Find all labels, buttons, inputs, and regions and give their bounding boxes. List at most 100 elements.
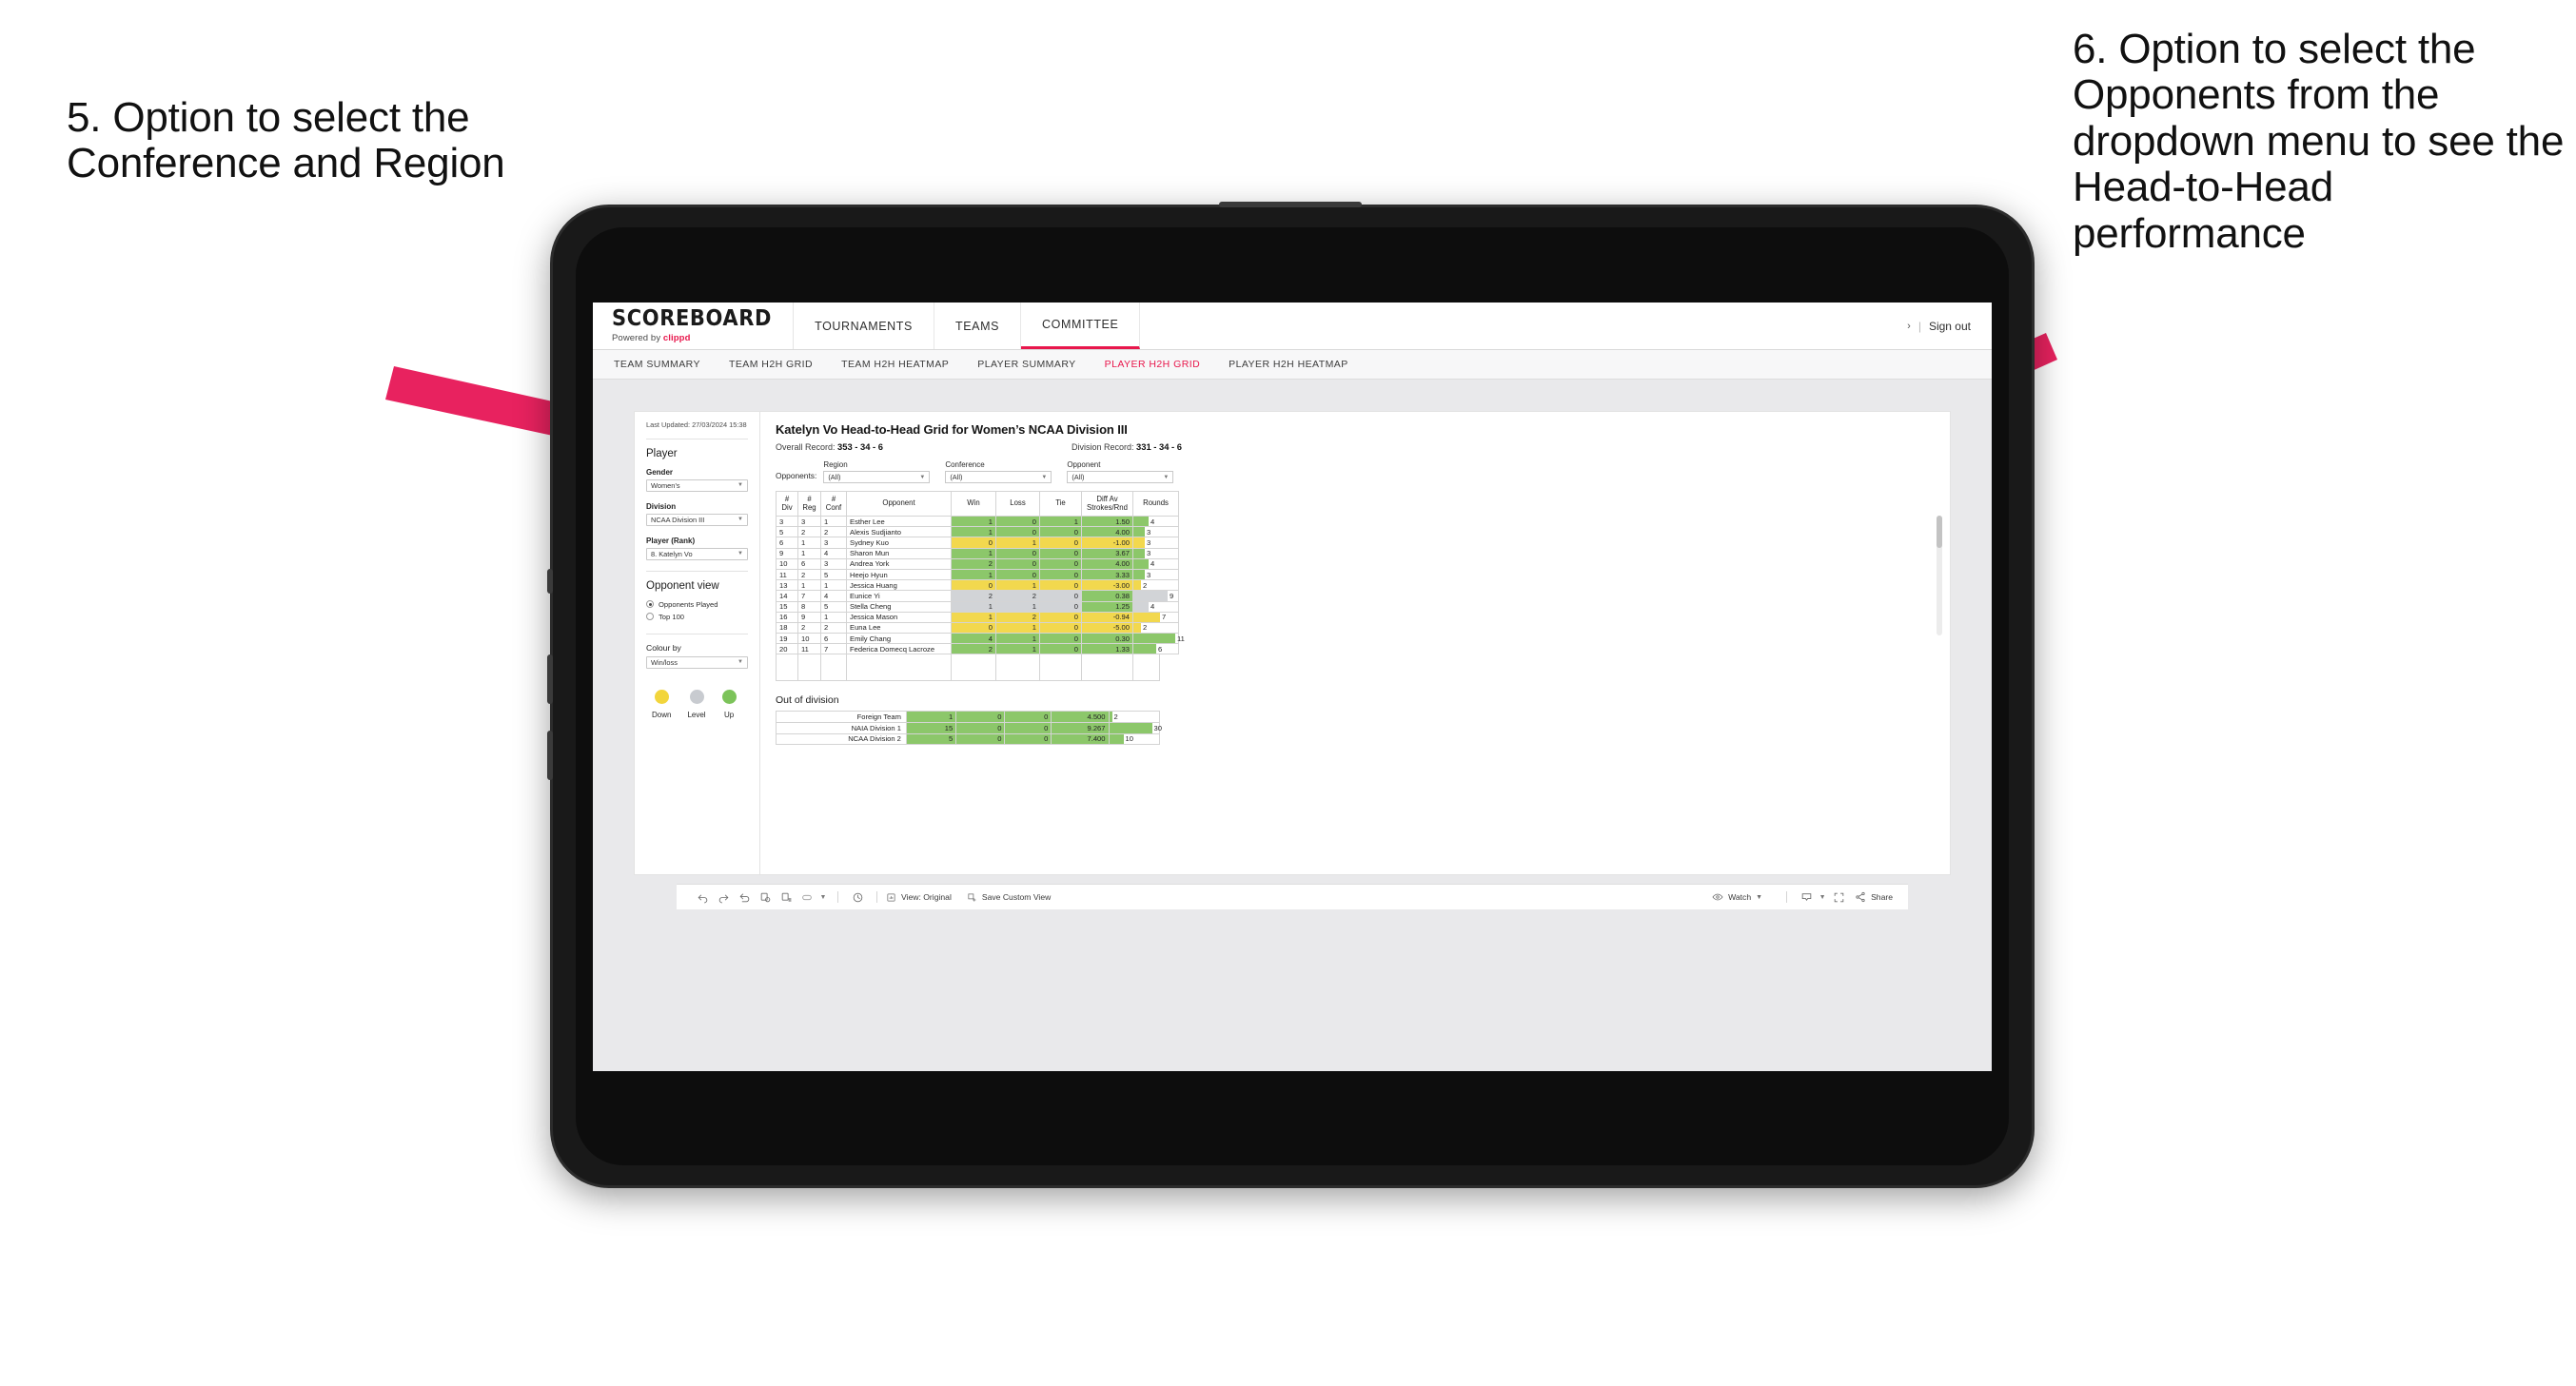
cell-tie: 0 <box>1039 579 1082 592</box>
out-of-division-row[interactable]: NAIA Division 1 15 0 0 9.267 30 <box>776 722 1162 734</box>
cell-conf: 1 <box>820 611 847 623</box>
sign-out-link[interactable]: Sign out <box>1929 320 1971 333</box>
select-division[interactable]: NCAA Division III ▼ <box>646 513 748 526</box>
tab-player-summary[interactable]: PLAYER SUMMARY <box>977 359 1075 370</box>
page-title: Katelyn Vo Head-to-Head Grid for Women’s… <box>776 422 1128 437</box>
brand-logo[interactable]: SCOREBOARD Powered by clippd <box>593 303 795 349</box>
tab-team-h2h-heatmap[interactable]: TEAM H2H HEATMAP <box>841 359 949 370</box>
table-row[interactable]: 20 11 7 Federica Domecq Lacroze 2 1 0 1.33 6 <box>776 643 1179 655</box>
cell-ood-rounds-value: 2 <box>1113 713 1118 722</box>
out-of-division-row[interactable]: Foreign Team 1 0 0 4.500 2 <box>776 711 1161 724</box>
cell-rounds-value: 2 <box>1143 580 1148 590</box>
tab-player-h2h-heatmap[interactable]: PLAYER H2H HEATMAP <box>1229 359 1348 370</box>
save-custom-view-button[interactable]: Save Custom View <box>967 892 1051 903</box>
table-row[interactable]: 3 3 1 Esther Lee 1 0 1 1.50 4 <box>776 515 1179 528</box>
col-diff[interactable]: Diff Av Strokes/Rnd <box>1081 491 1133 517</box>
col-loss[interactable]: Loss <box>995 491 1040 517</box>
undo-icon[interactable] <box>692 887 713 908</box>
cell-opponent: Eunice Yi <box>846 590 952 602</box>
table-row[interactable]: 16 9 1 Jessica Mason 1 2 0 -0.94 7 <box>776 611 1179 623</box>
cell-rounds-value: 2 <box>1143 623 1148 633</box>
sub-nav: TEAM SUMMARY TEAM H2H GRID TEAM H2H HEAT… <box>593 350 1992 380</box>
col-reg[interactable]: # Reg <box>797 491 821 517</box>
table-row[interactable]: 14 7 4 Eunice Yi 2 2 0 0.38 9 <box>776 590 1179 602</box>
powered-by-text: Powered by <box>612 333 663 343</box>
cell-tie: 0 <box>1039 621 1082 634</box>
col-opponent[interactable]: Opponent <box>846 491 952 517</box>
select-division-value: NCAA Division III <box>651 515 705 524</box>
col-div[interactable]: # Div <box>776 491 798 517</box>
select-colour-by[interactable]: Win/loss ▼ <box>646 655 748 669</box>
select-player-rank-value: 8. Katelyn Vo <box>651 549 693 558</box>
cell-reg: 1 <box>797 537 821 549</box>
select-player-rank[interactable]: 8. Katelyn Vo ▼ <box>646 547 748 560</box>
division-record: Division Record: 331 - 34 - 6 <box>1072 441 1182 452</box>
select-gender[interactable]: Women’s ▼ <box>646 478 748 492</box>
col-tie[interactable]: Tie <box>1039 491 1082 517</box>
dashboard: Last Updated: 27/03/2024 15:38 Player Ge… <box>635 412 1950 874</box>
pause-refresh-icon[interactable] <box>776 887 796 908</box>
radio-top-100[interactable]: Top 100 <box>646 613 748 621</box>
col-rounds[interactable]: Rounds <box>1132 491 1179 517</box>
redo-icon[interactable] <box>713 887 734 908</box>
cell-conf: 5 <box>820 568 847 581</box>
watch-button[interactable]: Watch ▼ <box>1712 891 1762 903</box>
cell-reg: 2 <box>797 621 821 634</box>
col-win[interactable]: Win <box>951 491 996 517</box>
nav-item-teams[interactable]: TEAMS <box>934 303 1022 349</box>
out-of-division-row[interactable]: NCAA Division 2 5 0 0 7.400 10 <box>776 732 1161 746</box>
fullscreen-icon[interactable] <box>1828 887 1849 908</box>
cell-loss: 0 <box>995 557 1040 570</box>
cell-rounds: 2 <box>1132 621 1179 634</box>
filter-opponent-select[interactable]: (All) ▼ <box>1067 471 1174 483</box>
download-icon[interactable] <box>1796 887 1817 908</box>
cell-opponent: Esther Lee <box>846 515 952 528</box>
tab-team-summary[interactable]: TEAM SUMMARY <box>614 359 700 370</box>
cell-win: 1 <box>951 611 996 623</box>
cell-div: 18 <box>776 621 798 634</box>
radio-opponents-played[interactable]: Opponents Played <box>646 600 748 609</box>
col-conf[interactable]: # Conf <box>820 491 847 517</box>
filter-conference-select[interactable]: (All) ▼ <box>945 471 1052 483</box>
flow-icon[interactable] <box>796 887 817 908</box>
cell-ood-rounds: 30 <box>1108 722 1162 734</box>
share-button[interactable]: Share <box>1855 891 1893 903</box>
cell-reg: 3 <box>797 515 821 528</box>
refresh-icon[interactable] <box>755 887 776 908</box>
revert-icon[interactable] <box>734 887 755 908</box>
table-row[interactable]: 11 2 5 Heejo Hyun 1 0 0 3.33 3 <box>776 568 1179 581</box>
view-original-button[interactable]: View: Original <box>886 892 952 903</box>
nav-item-committee[interactable]: COMMITTEE <box>1021 303 1141 349</box>
main-nav: TOURNAMENTS TEAMS COMMITTEE <box>794 303 1141 349</box>
cell-rounds: 3 <box>1132 526 1179 538</box>
table-row[interactable]: 6 1 3 Sydney Kuo 0 1 0 -1.00 3 <box>776 537 1179 549</box>
table-row[interactable]: 19 10 6 Emily Chang 4 1 0 0.30 11 <box>776 633 1185 645</box>
cell-win: 2 <box>951 557 996 570</box>
filter-region-select[interactable]: (All) ▼ <box>823 471 931 483</box>
table-row[interactable]: 5 2 2 Alexis Sudjianto 1 0 0 4.00 3 <box>776 526 1179 538</box>
chevron-down-icon[interactable]: ▼ <box>1817 887 1828 908</box>
filter-opponent-value: (All) <box>1072 473 1085 481</box>
h2h-table-body: 3 3 1 Esther Lee 1 0 1 1.50 4 5 2 2 Alexis Sudjianto… <box>776 515 1185 655</box>
chevron-right-icon[interactable]: › <box>1907 321 1911 332</box>
cell-opponent: Emily Chang <box>846 633 952 645</box>
pause-icon[interactable] <box>847 887 868 908</box>
nav-item-tournaments[interactable]: TOURNAMENTS <box>794 303 934 349</box>
table-row[interactable]: 9 1 4 Sharon Mun 1 0 0 3.67 3 <box>776 547 1179 559</box>
cell-opponent: Alexis Sudjianto <box>846 526 952 538</box>
cell-ood-loss: 0 <box>955 732 1006 746</box>
chevron-down-icon[interactable]: ▼ <box>817 887 829 908</box>
table-row[interactable]: 15 8 5 Stella Cheng 1 1 0 1.25 4 <box>776 600 1179 613</box>
table-row[interactable]: 13 1 1 Jessica Huang 0 1 0 -3.00 2 <box>776 579 1179 592</box>
tab-team-h2h-grid[interactable]: TEAM H2H GRID <box>729 359 813 370</box>
cell-tie: 0 <box>1039 568 1082 581</box>
table-scrollbar[interactable] <box>1937 516 1942 635</box>
scrollbar-thumb[interactable] <box>1937 516 1942 548</box>
table-row[interactable]: 18 2 2 Euna Lee 0 1 0 -5.00 2 <box>776 621 1179 634</box>
table-header-row: # Div # Reg # Conf Opponent Win Loss Tie Di… <box>776 491 1179 517</box>
cell-div: 15 <box>776 600 798 613</box>
cell-div: 3 <box>776 515 798 528</box>
table-row[interactable]: 10 6 3 Andrea York 2 0 0 4.00 4 <box>776 557 1179 570</box>
cell-opponent: Euna Lee <box>846 621 952 634</box>
tab-player-h2h-grid[interactable]: PLAYER H2H GRID <box>1105 359 1201 370</box>
